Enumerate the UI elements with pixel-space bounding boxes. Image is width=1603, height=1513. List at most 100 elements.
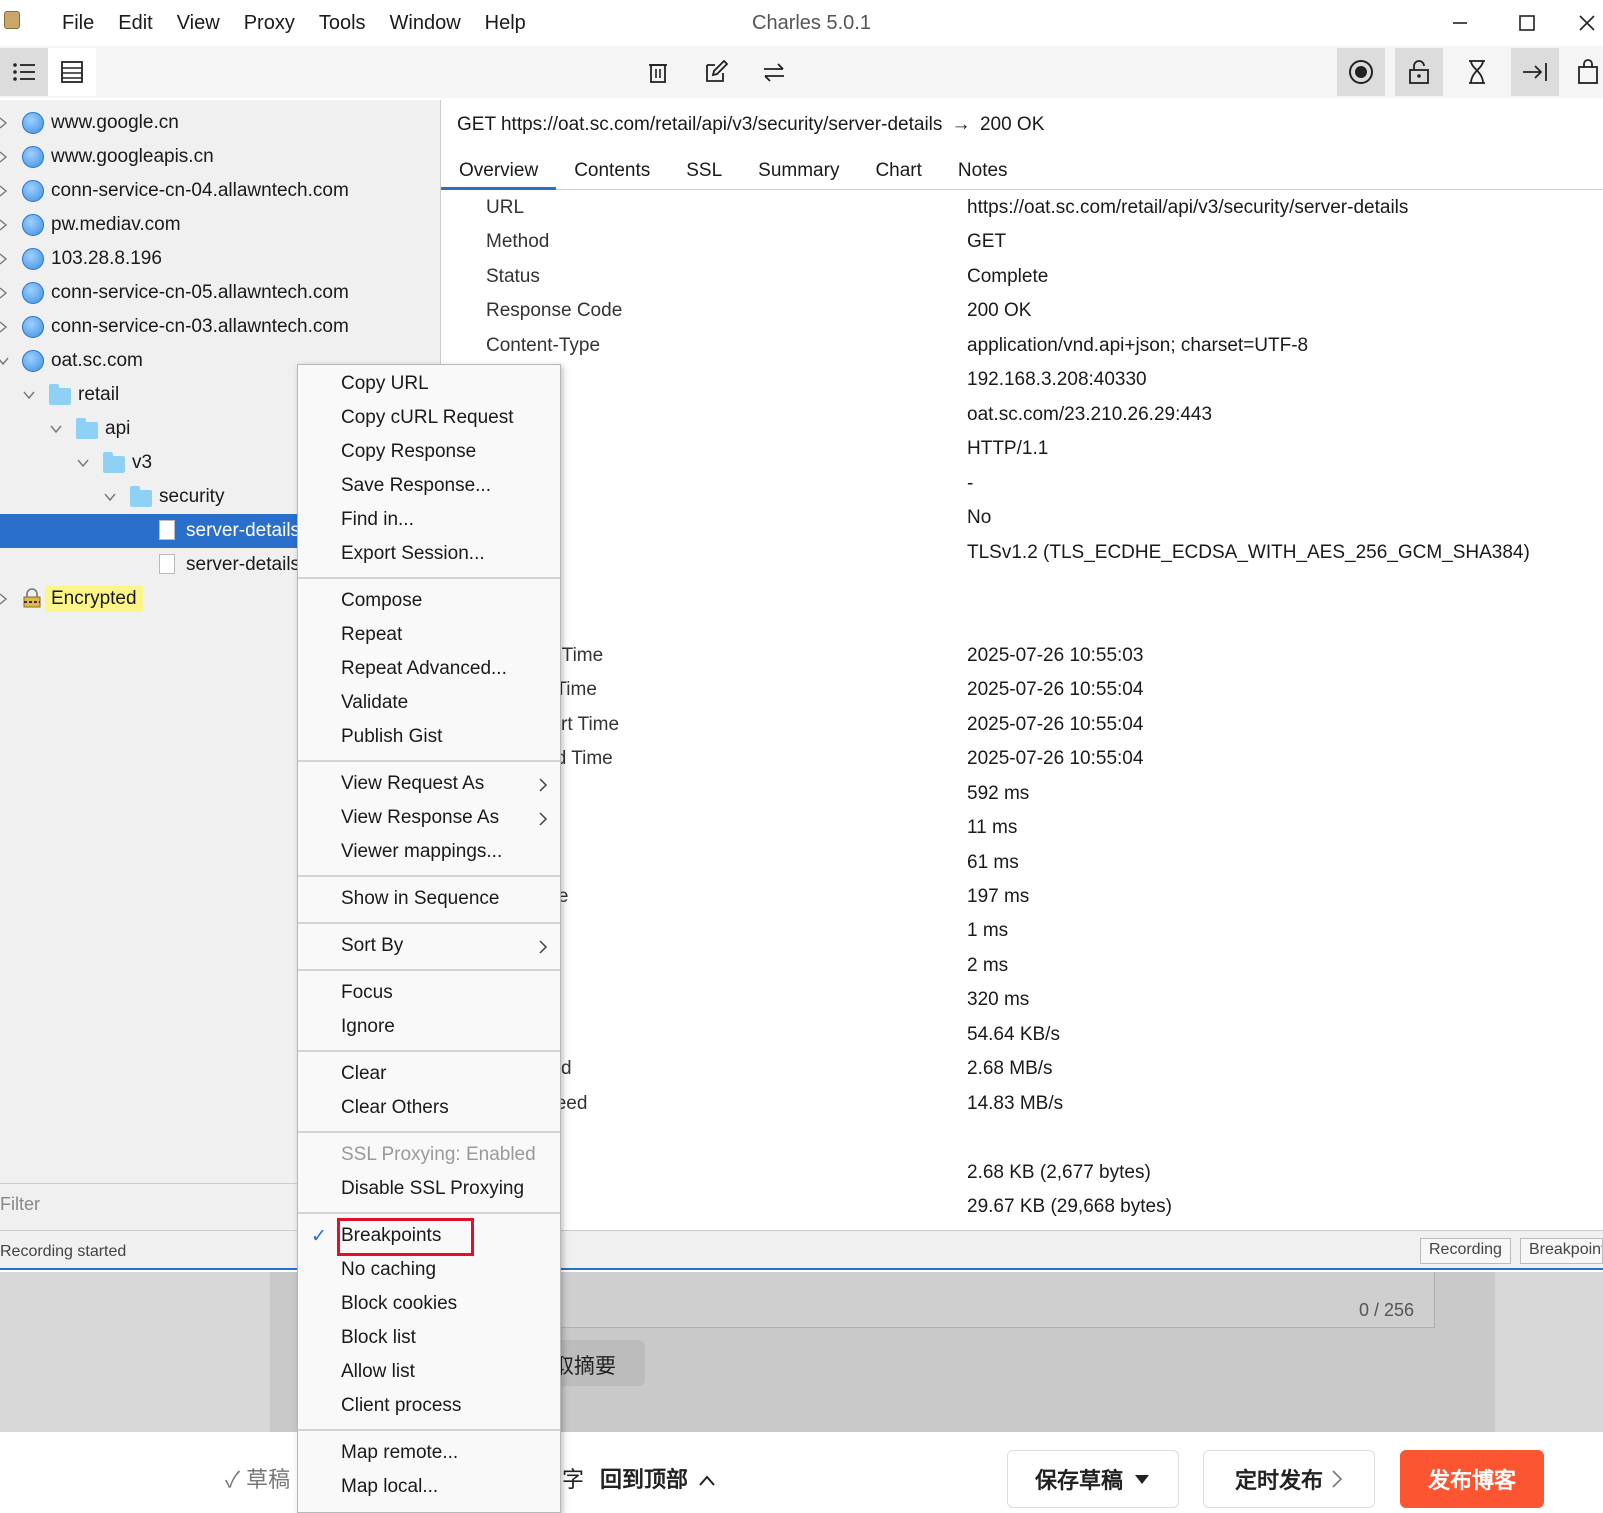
menu-item-label: Copy Response <box>341 441 477 462</box>
menu-item-label: Repeat <box>341 624 403 645</box>
menu-item-compose[interactable]: Compose <box>298 586 560 620</box>
menu-item-repeat-advanced[interactable]: Repeat Advanced... <box>298 654 560 688</box>
publish-blog-button[interactable]: 发布博客 <box>1400 1450 1544 1508</box>
tab-summary[interactable]: Summary <box>740 152 857 190</box>
throttling-button[interactable] <box>1453 48 1501 96</box>
response-status: 200 OK <box>979 114 1045 135</box>
menu-window[interactable]: Window <box>378 10 473 36</box>
tab-overview[interactable]: Overview <box>441 152 557 190</box>
menu-item-label: Ignore <box>341 1016 395 1037</box>
folder-label: api <box>105 418 131 439</box>
ssl-proxying-button[interactable] <box>1395 48 1443 96</box>
trash-icon <box>649 64 667 83</box>
menu-help[interactable]: Help <box>473 10 538 36</box>
highlight-annotation-box <box>337 1218 474 1256</box>
menu-view[interactable]: View <box>165 10 232 36</box>
chevron-right-icon <box>0 321 8 333</box>
menu-item-show-in-sequence[interactable]: Show in Sequence <box>298 884 560 918</box>
menu-item-viewer-mappings[interactable]: Viewer mappings... <box>298 837 560 871</box>
host-label: 103.28.8.196 <box>51 248 162 269</box>
host-label: oat.sc.com <box>51 350 143 371</box>
menu-separator <box>298 1050 560 1052</box>
overview-key: URL <box>486 197 525 218</box>
recording-status-button[interactable]: Recording <box>1420 1238 1511 1264</box>
menu-item-save-response[interactable]: Save Response... <box>298 471 560 505</box>
tree-host-row[interactable]: conn-service-cn-05.allawntech.com <box>0 276 440 310</box>
folder-label: retail <box>78 384 120 405</box>
menu-item-clear-others[interactable]: Clear Others <box>298 1093 560 1127</box>
close-button[interactable] <box>1571 8 1603 38</box>
detail-panel: GET https://oat.sc.com/retail/api/v3/sec… <box>440 100 1603 1230</box>
menu-item-disable-ssl-proxying[interactable]: Disable SSL Proxying <box>298 1174 560 1208</box>
menu-item-copy-curl[interactable]: Copy cURL Request <box>298 403 560 437</box>
menu-item-label: View Request As <box>341 773 485 794</box>
draft-saved-status: ✓ 草稿 <box>225 1467 291 1492</box>
chevron-right-icon <box>0 253 8 265</box>
menu-item-clear[interactable]: Clear <box>298 1059 560 1093</box>
maximize-button[interactable] <box>1504 8 1550 38</box>
menu-item-view-response-as[interactable]: View Response As <box>298 803 560 837</box>
globe-icon <box>22 248 44 270</box>
overview-value: 2 ms <box>967 954 1009 976</box>
menu-item-ignore[interactable]: Ignore <box>298 1012 560 1046</box>
context-menu: Copy URL Copy cURL Request Copy Response… <box>297 364 561 1513</box>
menu-item-publish-gist[interactable]: Publish Gist <box>298 722 560 756</box>
menu-item-block-list[interactable]: Block list <box>298 1323 560 1357</box>
minimize-button[interactable] <box>1437 8 1483 38</box>
menu-edit[interactable]: Edit <box>106 10 164 36</box>
tree-host-row[interactable]: pw.mediav.com <box>0 208 440 242</box>
breakpoints-button[interactable] <box>1511 48 1559 96</box>
menu-item-find-in[interactable]: Find in... <box>298 505 560 539</box>
tree-host-row[interactable]: conn-service-cn-03.allawntech.com <box>0 310 440 344</box>
folder-icon <box>130 486 152 507</box>
menu-item-map-remote[interactable]: Map remote... <box>298 1438 560 1472</box>
menu-item-client-process[interactable]: Client process <box>298 1391 560 1425</box>
overview-value: application/vnd.api+json; charset=UTF-8 <box>967 334 1309 356</box>
status-text: Recording started <box>0 1243 127 1260</box>
menu-item-breakpoints[interactable]: ✓ Breakpoints <box>298 1218 560 1256</box>
menu-item-no-caching[interactable]: No caching <box>298 1255 560 1289</box>
save-draft-button[interactable]: 保存草稿 <box>1007 1450 1179 1508</box>
overview-value: 29.67 KB (29,668 bytes) <box>967 1196 1172 1218</box>
menu-item-copy-url[interactable]: Copy URL <box>298 369 560 403</box>
breakpoints-status-button[interactable]: Breakpoints <box>1520 1238 1603 1264</box>
menu-item-copy-response[interactable]: Copy Response <box>298 437 560 471</box>
menu-item-view-request-as[interactable]: View Request As <box>298 769 560 803</box>
menu-item-map-local[interactable]: Map local... <box>298 1472 560 1506</box>
tools-bag-button[interactable] <box>1573 48 1603 96</box>
clear-session-button[interactable] <box>634 48 682 96</box>
globe-icon <box>22 112 44 134</box>
menu-item-allow-list[interactable]: Allow list <box>298 1357 560 1391</box>
tree-host-row[interactable]: 103.28.8.196 <box>0 242 440 276</box>
summary-textarea[interactable]: 0 / 256 <box>545 1272 1435 1328</box>
menu-item-repeat[interactable]: Repeat <box>298 620 560 654</box>
menu-item-validate[interactable]: Validate <box>298 688 560 722</box>
tree-host-row[interactable]: www.googleapis.cn <box>0 140 440 174</box>
sequence-view-button[interactable] <box>48 48 96 96</box>
repeat-button[interactable] <box>750 48 798 96</box>
compose-button[interactable] <box>692 48 740 96</box>
structure-view-button[interactable] <box>0 48 48 96</box>
tab-notes[interactable]: Notes <box>940 152 1026 190</box>
menu-item-block-cookies[interactable]: Block cookies <box>298 1289 560 1323</box>
menu-item-focus[interactable]: Focus <box>298 978 560 1012</box>
tree-host-row[interactable]: www.google.cn <box>0 106 440 140</box>
chevron-down-icon <box>0 357 9 366</box>
menu-item-export-session[interactable]: Export Session... <box>298 539 560 573</box>
back-to-top-link[interactable]: 回到顶部 <box>600 1462 716 1494</box>
menu-file[interactable]: File <box>50 10 106 36</box>
tab-ssl[interactable]: SSL <box>668 152 740 190</box>
overview-value: 11 ms <box>967 817 1018 839</box>
menu-item-sort-by[interactable]: Sort By <box>298 931 560 965</box>
schedule-publish-button[interactable]: 定时发布 <box>1203 1450 1375 1508</box>
tab-chart[interactable]: Chart <box>857 152 939 190</box>
tree-host-row[interactable]: conn-service-cn-04.allawntech.com <box>0 174 440 208</box>
tab-contents[interactable]: Contents <box>556 152 668 190</box>
menu-proxy[interactable]: Proxy <box>232 10 307 36</box>
overview-value: 320 ms <box>967 989 1030 1011</box>
record-button[interactable] <box>1337 48 1385 96</box>
menu-item-label: No caching <box>341 1259 437 1280</box>
menu-tools[interactable]: Tools <box>307 10 378 36</box>
overview-value: 192.168.3.208:40330 <box>967 369 1147 391</box>
request-summary: GET https://oat.sc.com/retail/api/v3/sec… <box>457 114 1044 136</box>
